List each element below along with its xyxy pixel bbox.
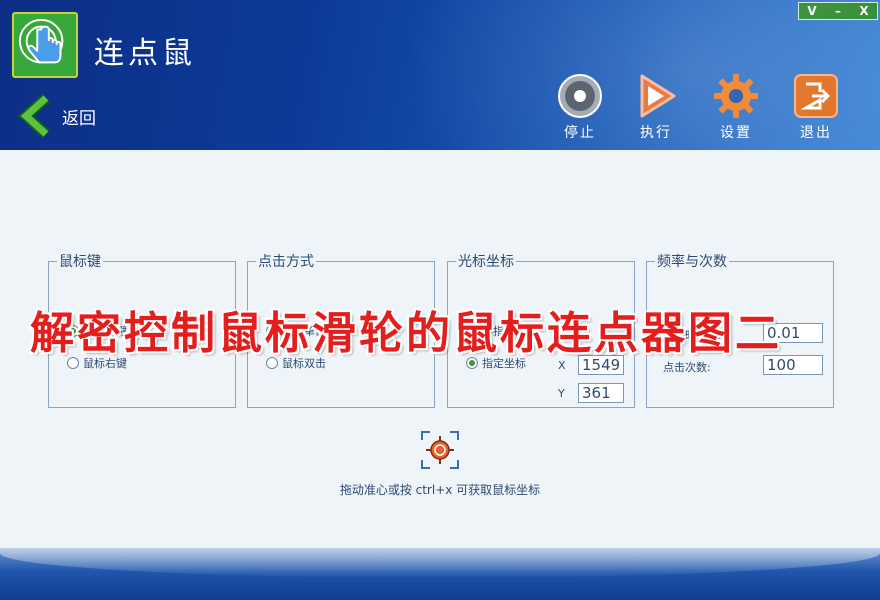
version-button[interactable]: V bbox=[799, 3, 825, 19]
title-bar: 连点鼠 返回 V – X 停止 执行 设置 退出 bbox=[0, 0, 880, 150]
mouse-button-group-title: 鼠标键 bbox=[59, 254, 101, 270]
settings-button[interactable]: 设置 bbox=[706, 72, 766, 142]
close-button[interactable]: X bbox=[851, 3, 877, 19]
stop-icon bbox=[558, 74, 602, 118]
app-logo bbox=[12, 12, 78, 78]
cursor-coords-group-title: 光标坐标 bbox=[458, 254, 514, 270]
back-label: 返回 bbox=[62, 108, 96, 129]
run-button[interactable]: 执行 bbox=[626, 72, 686, 142]
footer-bar bbox=[0, 548, 880, 600]
toolbar: 停止 执行 设置 退出 bbox=[550, 72, 850, 142]
play-icon bbox=[640, 74, 676, 118]
back-button[interactable]: 返回 bbox=[18, 94, 96, 138]
run-label: 执行 bbox=[640, 125, 672, 141]
y-label: Y bbox=[558, 387, 565, 400]
stop-label: 停止 bbox=[564, 125, 596, 141]
watermark-caption: 解密控制鼠标滑轮的鼠标连点器图二 bbox=[30, 308, 782, 359]
coords-hint: 拖动准心或按 ctrl+x 可获取鼠标坐标 bbox=[339, 483, 541, 497]
exit-label: 退出 bbox=[800, 125, 832, 141]
hand-pointer-icon bbox=[18, 18, 64, 64]
exit-icon bbox=[794, 74, 838, 118]
frequency-group-title: 频率与次数 bbox=[657, 254, 727, 270]
y-coord-field[interactable]: 361 bbox=[578, 383, 624, 403]
crosshair-icon[interactable] bbox=[420, 430, 460, 470]
gear-icon bbox=[714, 74, 758, 118]
exit-button[interactable]: 退出 bbox=[786, 72, 846, 142]
app-title: 连点鼠 bbox=[94, 36, 196, 71]
stop-button[interactable]: 停止 bbox=[550, 72, 610, 142]
window-controls: V – X bbox=[798, 2, 878, 20]
back-arrow-icon bbox=[18, 94, 50, 138]
minimize-button[interactable]: – bbox=[825, 3, 851, 19]
settings-label: 设置 bbox=[720, 125, 752, 141]
app-window: 连点鼠 返回 V – X 停止 执行 设置 退出 鼠标键 鼠标左键 鼠标右键 点… bbox=[0, 0, 880, 600]
click-mode-group-title: 点击方式 bbox=[258, 254, 314, 270]
